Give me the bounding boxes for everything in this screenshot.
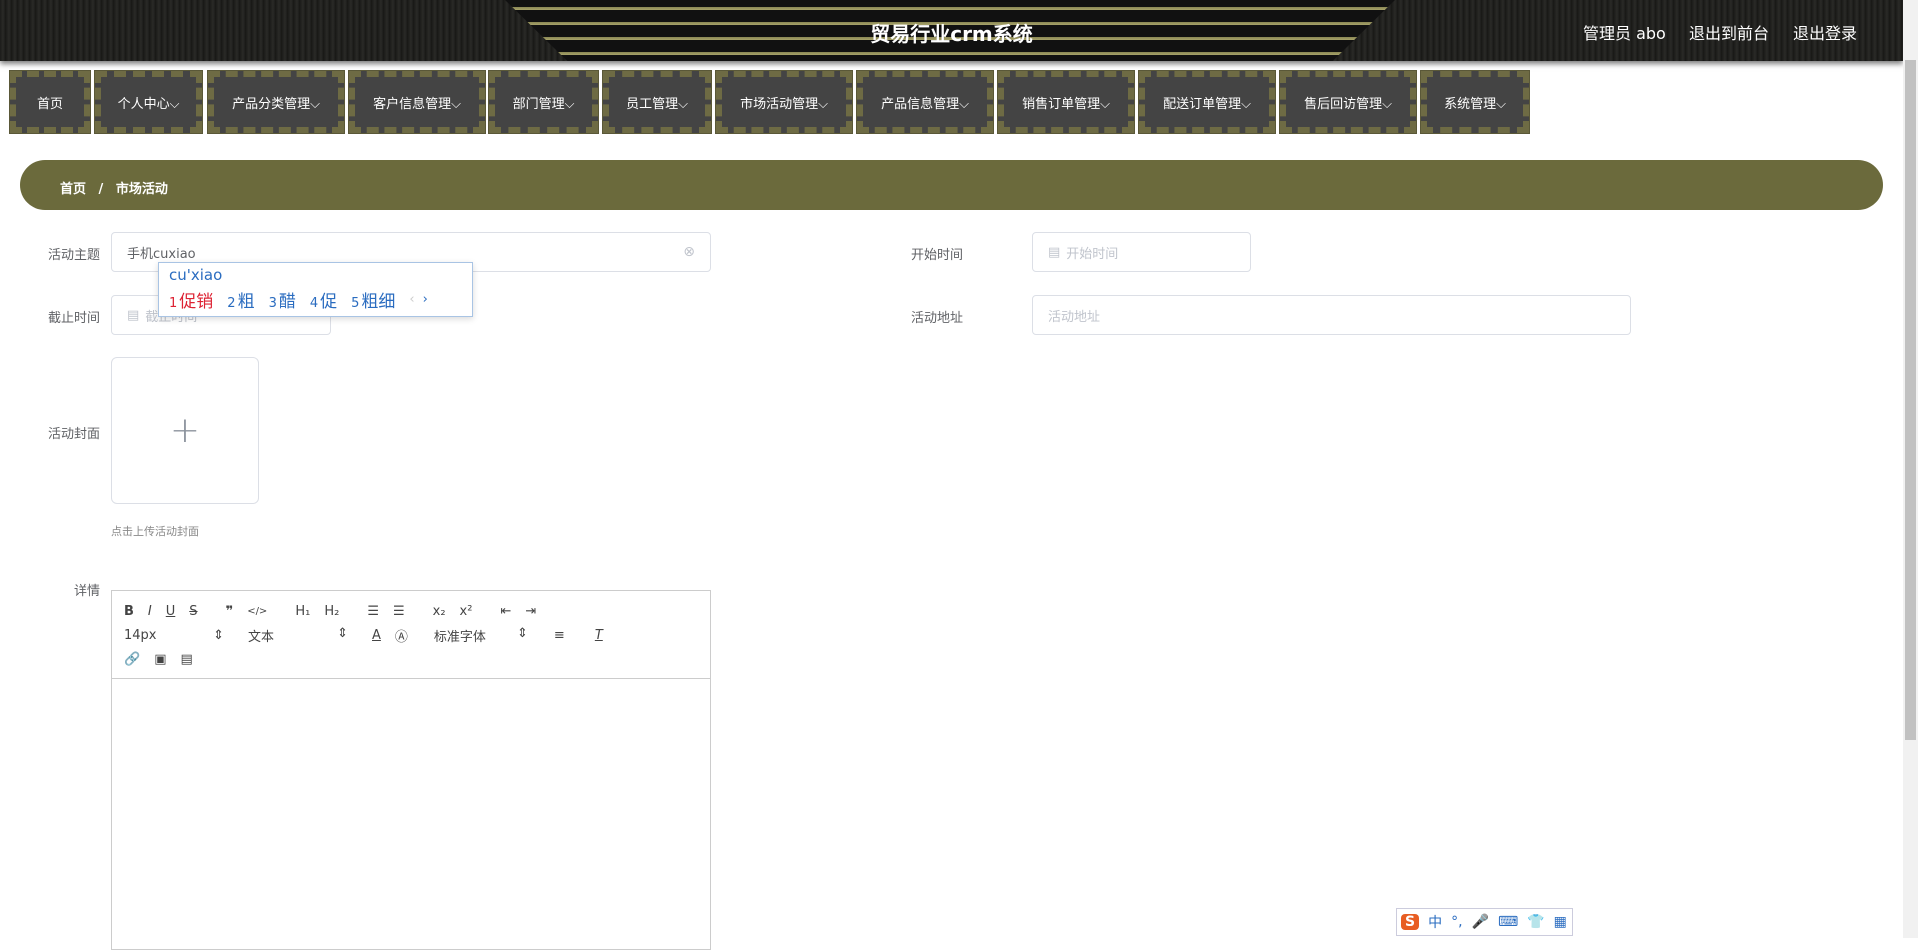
quote-icon[interactable]: ❞ — [226, 604, 234, 619]
clear-format-icon[interactable]: T — [595, 628, 603, 643]
subject-value: 手机cuxiao — [127, 246, 196, 262]
h2-icon[interactable]: H₂ — [324, 604, 339, 619]
detail-label: 详情 — [73, 584, 100, 599]
breadcrumb-current: 市场活动 — [115, 182, 168, 197]
nav-aftersale[interactable]: 售后回访管理⌵ — [1279, 70, 1417, 134]
image-icon[interactable]: ▣ — [154, 652, 166, 667]
nav-marketing[interactable]: 市场活动管理⌵ — [715, 70, 853, 134]
calendar-icon: ▤ — [127, 307, 140, 323]
plus-icon: + — [169, 410, 201, 451]
ordered-list-icon[interactable]: ☰ — [367, 604, 379, 619]
breadcrumb-separator: / — [98, 182, 104, 197]
address-placeholder: 活动地址 — [1048, 309, 1101, 325]
video-icon[interactable]: ▤ — [180, 652, 192, 667]
ime-toolbar: S 中 °, 🎤 ⌨ 👕 ▦ — [1396, 908, 1573, 936]
ime-prev-icon[interactable]: ‹ — [409, 292, 414, 307]
cover-upload[interactable]: + — [111, 357, 259, 504]
background-color-icon[interactable]: Ⓐ — [395, 626, 408, 645]
front-link[interactable]: 退出到前台 — [1689, 20, 1769, 44]
keyboard-icon[interactable]: ⌨ — [1498, 914, 1518, 930]
cover-label: 活动封面 — [47, 427, 100, 442]
clear-icon[interactable]: ⊗ — [683, 244, 695, 260]
nav-customer[interactable]: 客户信息管理⌵ — [348, 70, 486, 134]
nav-product[interactable]: 产品信息管理⌵ — [856, 70, 994, 134]
strike-icon[interactable]: S — [189, 604, 197, 619]
nav-employee[interactable]: 员工管理⌵ — [602, 70, 712, 134]
start-label: 开始时间 — [910, 248, 963, 263]
ime-punct[interactable]: °, — [1451, 914, 1462, 930]
underline-icon[interactable]: U — [166, 604, 176, 619]
logout-link[interactable]: 退出登录 — [1793, 20, 1857, 44]
user-link[interactable]: 管理员 abo — [1583, 20, 1666, 44]
address-label: 活动地址 — [910, 311, 963, 326]
h1-icon[interactable]: H₁ — [295, 604, 310, 619]
header-select[interactable]: 文本 ⇕ — [248, 626, 348, 645]
bold-icon[interactable]: B — [124, 604, 134, 619]
rich-text-editor[interactable]: B I U S ❞ </> H₁ H₂ ☰ ☰ x₂ x² ⇤ ⇥ 14px ⇕ 文本 ⇕ A Ⓐ 标准字体 ⇕ ≡ T 🔗… — [111, 590, 711, 950]
subject-label: 活动主题 — [47, 248, 100, 263]
ime-mode[interactable]: 中 — [1428, 912, 1442, 932]
outdent-icon[interactable]: ⇤ — [500, 604, 511, 619]
skin-icon[interactable]: 👕 — [1527, 914, 1544, 930]
nav-sales-order[interactable]: 销售订单管理⌵ — [997, 70, 1135, 134]
link-icon[interactable]: 🔗 — [124, 652, 140, 667]
code-icon[interactable]: </> — [247, 606, 267, 617]
calendar-icon: ▤ — [1048, 244, 1061, 260]
nav-home[interactable]: 首页 — [9, 70, 91, 134]
nav-system[interactable]: 系统管理⌵ — [1420, 70, 1530, 134]
nav-category[interactable]: 产品分类管理⌵ — [207, 70, 345, 134]
ime-next-icon[interactable]: › — [423, 292, 428, 307]
superscript-icon[interactable]: x² — [460, 604, 473, 619]
ime-candidate[interactable]: 4促 — [310, 287, 337, 312]
indent-icon[interactable]: ⇥ — [525, 604, 536, 619]
ime-candidate[interactable]: 3醋 — [269, 287, 296, 312]
nav-personal[interactable]: 个人中心⌵ — [94, 70, 203, 134]
ime-candidate[interactable]: 5 粗细 — [351, 287, 395, 312]
font-select[interactable]: 标准字体 ⇕ — [434, 626, 528, 645]
cover-hint: 点击上传活动封面 — [111, 525, 199, 538]
align-icon[interactable]: ≡ — [554, 628, 565, 643]
bullet-list-icon[interactable]: ☰ — [393, 604, 405, 619]
nav-department[interactable]: 部门管理⌵ — [488, 70, 599, 134]
start-date-input[interactable]: ▤ 开始时间 — [1032, 232, 1251, 272]
address-input[interactable]: 活动地址 — [1032, 295, 1631, 335]
ime-candidate-popup: cu'xiao 1 促销 2粗 3醋 4促 5 粗细 ‹ › — [158, 262, 473, 317]
breadcrumb-home[interactable]: 首页 — [60, 182, 86, 197]
scrollbar-thumb[interactable] — [1905, 60, 1916, 740]
subscript-icon[interactable]: x₂ — [433, 604, 446, 619]
toolbox-icon[interactable]: ▦ — [1554, 914, 1567, 930]
ime-candidate[interactable]: 1 促销 — [169, 287, 213, 312]
font-color-icon[interactable]: A — [372, 628, 381, 643]
ime-pinyin: cu'xiao — [169, 266, 223, 284]
size-select[interactable]: 14px ⇕ — [124, 628, 224, 643]
end-label: 截止时间 — [47, 311, 100, 326]
start-placeholder: 开始时间 — [1066, 246, 1119, 262]
editor-toolbar: B I U S ❞ </> H₁ H₂ ☰ ☰ x₂ x² ⇤ ⇥ 14px ⇕ 文本 ⇕ A Ⓐ 标准字体 ⇕ ≡ T 🔗… — [112, 591, 710, 679]
nav-delivery-order[interactable]: 配送订单管理⌵ — [1138, 70, 1276, 134]
microphone-icon[interactable]: 🎤 — [1472, 914, 1489, 930]
ime-candidate[interactable]: 2粗 — [227, 287, 254, 312]
breadcrumb: 首页 / 市场活动 — [20, 160, 1883, 210]
sogou-logo-icon[interactable]: S — [1401, 914, 1420, 930]
italic-icon[interactable]: I — [148, 604, 152, 619]
